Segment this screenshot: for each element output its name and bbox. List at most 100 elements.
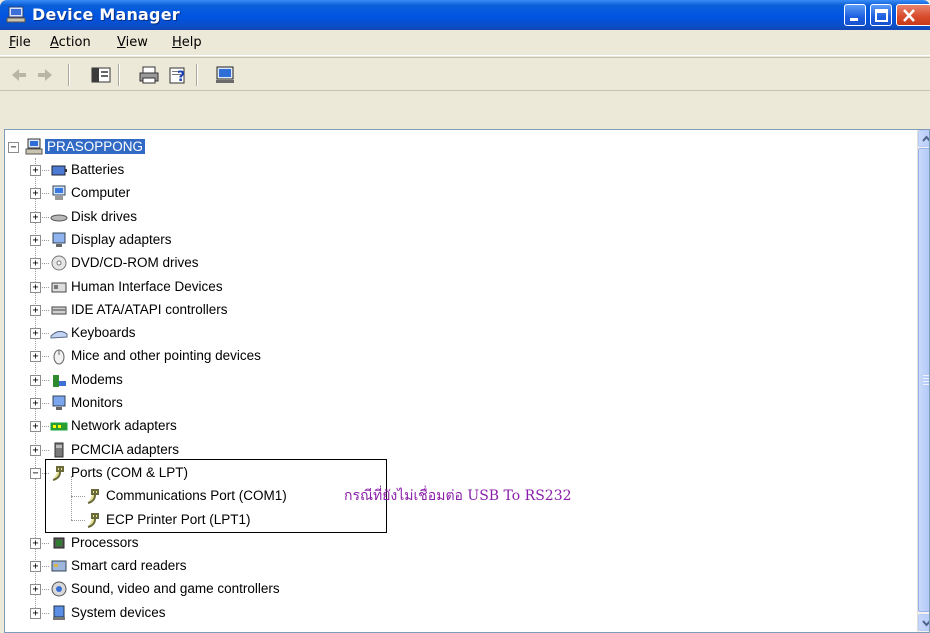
tree-category-ide-ata-atapi-controllers[interactable]: + IDE ATA/ATAPI controllers — [5, 300, 405, 322]
toolbar-separator — [196, 64, 198, 86]
expand-toggle[interactable]: + — [30, 445, 41, 456]
expand-toggle[interactable]: + — [30, 421, 41, 432]
collapse-toggle[interactable]: − — [8, 142, 19, 153]
device-manager-window: Device Manager File Action View Help ? −… — [0, 0, 930, 633]
window-title: Device Manager — [32, 5, 180, 24]
expand-toggle[interactable]: + — [30, 212, 41, 223]
monitor-icon — [52, 395, 66, 410]
tree-category-label[interactable]: System devices — [71, 605, 166, 620]
vertical-scrollbar[interactable] — [917, 130, 929, 632]
maximize-button[interactable] — [870, 4, 892, 26]
tree-category-label[interactable]: DVD/CD-ROM drives — [71, 255, 199, 270]
expand-toggle[interactable]: + — [30, 608, 41, 619]
expand-toggle[interactable]: + — [30, 305, 41, 316]
chevron-up-icon — [922, 135, 929, 142]
tree-category-label[interactable]: Monitors — [71, 395, 123, 410]
tree-category-disk-drives[interactable]: + Disk drives — [5, 207, 405, 229]
tree-category-dvd-cd-rom-drives[interactable]: + DVD/CD-ROM drives — [5, 253, 405, 275]
ide-controller-icon — [51, 306, 67, 315]
tree-category-label[interactable]: Display adapters — [71, 232, 172, 247]
tree-category-computer[interactable]: + Computer — [5, 183, 405, 205]
tree-category-label[interactable]: Processors — [71, 535, 139, 550]
expand-toggle[interactable]: + — [30, 561, 41, 572]
tree-category-label[interactable]: Computer — [71, 185, 130, 200]
tree-category-display-adapters[interactable]: + Display adapters — [5, 230, 405, 252]
tree-category-smart-card-readers[interactable]: + Smart card readers — [5, 556, 405, 578]
expand-toggle[interactable]: + — [30, 351, 41, 362]
device-manager-icon — [6, 6, 26, 23]
expand-toggle[interactable]: + — [30, 398, 41, 409]
back-arrow-icon[interactable] — [8, 65, 30, 85]
tree-category-label[interactable]: Smart card readers — [71, 558, 187, 573]
properties-help-icon[interactable]: ? — [168, 65, 190, 85]
expand-toggle[interactable]: + — [30, 538, 41, 549]
toolbar-separator — [68, 64, 70, 86]
hid-icon — [51, 282, 67, 293]
print-icon[interactable] — [138, 65, 160, 85]
tree-category-label[interactable]: Batteries — [71, 162, 124, 177]
tree-category-system-devices[interactable]: + System devices — [5, 603, 405, 625]
scroll-down-button[interactable] — [918, 614, 929, 631]
tree-category-label[interactable]: Human Interface Devices — [71, 279, 223, 294]
tree-category-monitors[interactable]: + Monitors — [5, 393, 405, 415]
tree-category-keyboards[interactable]: + Keyboards — [5, 323, 405, 345]
close-button[interactable] — [896, 4, 930, 26]
show-hide-console-tree-icon[interactable] — [90, 65, 112, 85]
menu-bar: File Action View Help — [0, 30, 930, 56]
tree-category-label[interactable]: Modems — [71, 372, 123, 387]
expand-toggle[interactable]: + — [30, 188, 41, 199]
tree-category-sound-video-and-game-controllers[interactable]: + Sound, video and game controllers — [5, 579, 405, 601]
system-device-icon — [53, 605, 65, 620]
tree-root-node[interactable]: − PRASOPPONG — [5, 137, 305, 159]
scroll-up-button[interactable] — [918, 130, 929, 147]
expand-toggle[interactable]: + — [30, 165, 41, 176]
tree-category-modems[interactable]: + Modems — [5, 370, 405, 392]
device-tree-view[interactable]: − PRASOPPONG + Batteries + Computer + Disk dr… — [4, 129, 930, 633]
menu-action[interactable]: Action — [50, 35, 91, 50]
disk-drive-icon — [50, 214, 68, 222]
computer-icon — [52, 185, 66, 200]
tree-category-label[interactable]: Sound, video and game controllers — [71, 581, 280, 596]
title-bar[interactable]: Device Manager — [0, 0, 930, 30]
maximize-icon — [875, 9, 888, 22]
display-adapter-icon — [52, 232, 66, 247]
expand-toggle[interactable]: + — [30, 375, 41, 386]
annotation-box — [45, 459, 387, 533]
menu-help[interactable]: Help — [172, 35, 202, 50]
tree-category-network-adapters[interactable]: + Network adapters — [5, 416, 405, 438]
collapse-toggle[interactable]: − — [30, 468, 41, 479]
expand-toggle[interactable]: + — [30, 235, 41, 246]
processor-icon — [53, 537, 65, 549]
tree-category-label[interactable]: Disk drives — [71, 209, 137, 224]
keyboard-icon — [50, 330, 68, 339]
tree-category-batteries[interactable]: + Batteries — [5, 160, 405, 182]
network-adapter-icon — [50, 422, 68, 431]
computer-root-icon — [25, 138, 43, 155]
tree-category-human-interface-devices[interactable]: + Human Interface Devices — [5, 277, 405, 299]
modem-icon — [53, 375, 66, 387]
scrollbar-thumb[interactable] — [918, 148, 929, 612]
smart-card-icon — [51, 560, 67, 572]
chevron-down-icon — [922, 620, 929, 627]
tree-category-label[interactable]: Network adapters — [71, 418, 177, 433]
minimize-button[interactable] — [844, 4, 866, 26]
expand-toggle[interactable]: + — [30, 328, 41, 339]
tree-category-processors[interactable]: + Processors — [5, 533, 405, 555]
tree-root-label[interactable]: PRASOPPONG — [45, 139, 146, 154]
toolbar-separator — [118, 64, 120, 86]
toolbar: ? — [0, 57, 930, 91]
expand-toggle[interactable]: + — [30, 584, 41, 595]
menu-file[interactable]: File — [9, 35, 31, 50]
forward-arrow-icon[interactable] — [34, 65, 56, 85]
minimize-icon — [850, 18, 858, 21]
tree-category-label[interactable]: Mice and other pointing devices — [71, 348, 261, 363]
expand-toggle[interactable]: + — [30, 258, 41, 269]
scan-hardware-icon[interactable] — [214, 65, 236, 85]
expand-toggle[interactable]: + — [30, 282, 41, 293]
tree-category-mice-and-other-pointing-devices[interactable]: + Mice and other pointing devices — [5, 346, 405, 368]
close-icon — [903, 9, 915, 22]
tree-category-label[interactable]: IDE ATA/ATAPI controllers — [71, 302, 228, 317]
tree-category-label[interactable]: Keyboards — [71, 325, 136, 340]
tree-category-label[interactable]: PCMCIA adapters — [71, 442, 179, 457]
menu-view[interactable]: View — [117, 35, 148, 50]
